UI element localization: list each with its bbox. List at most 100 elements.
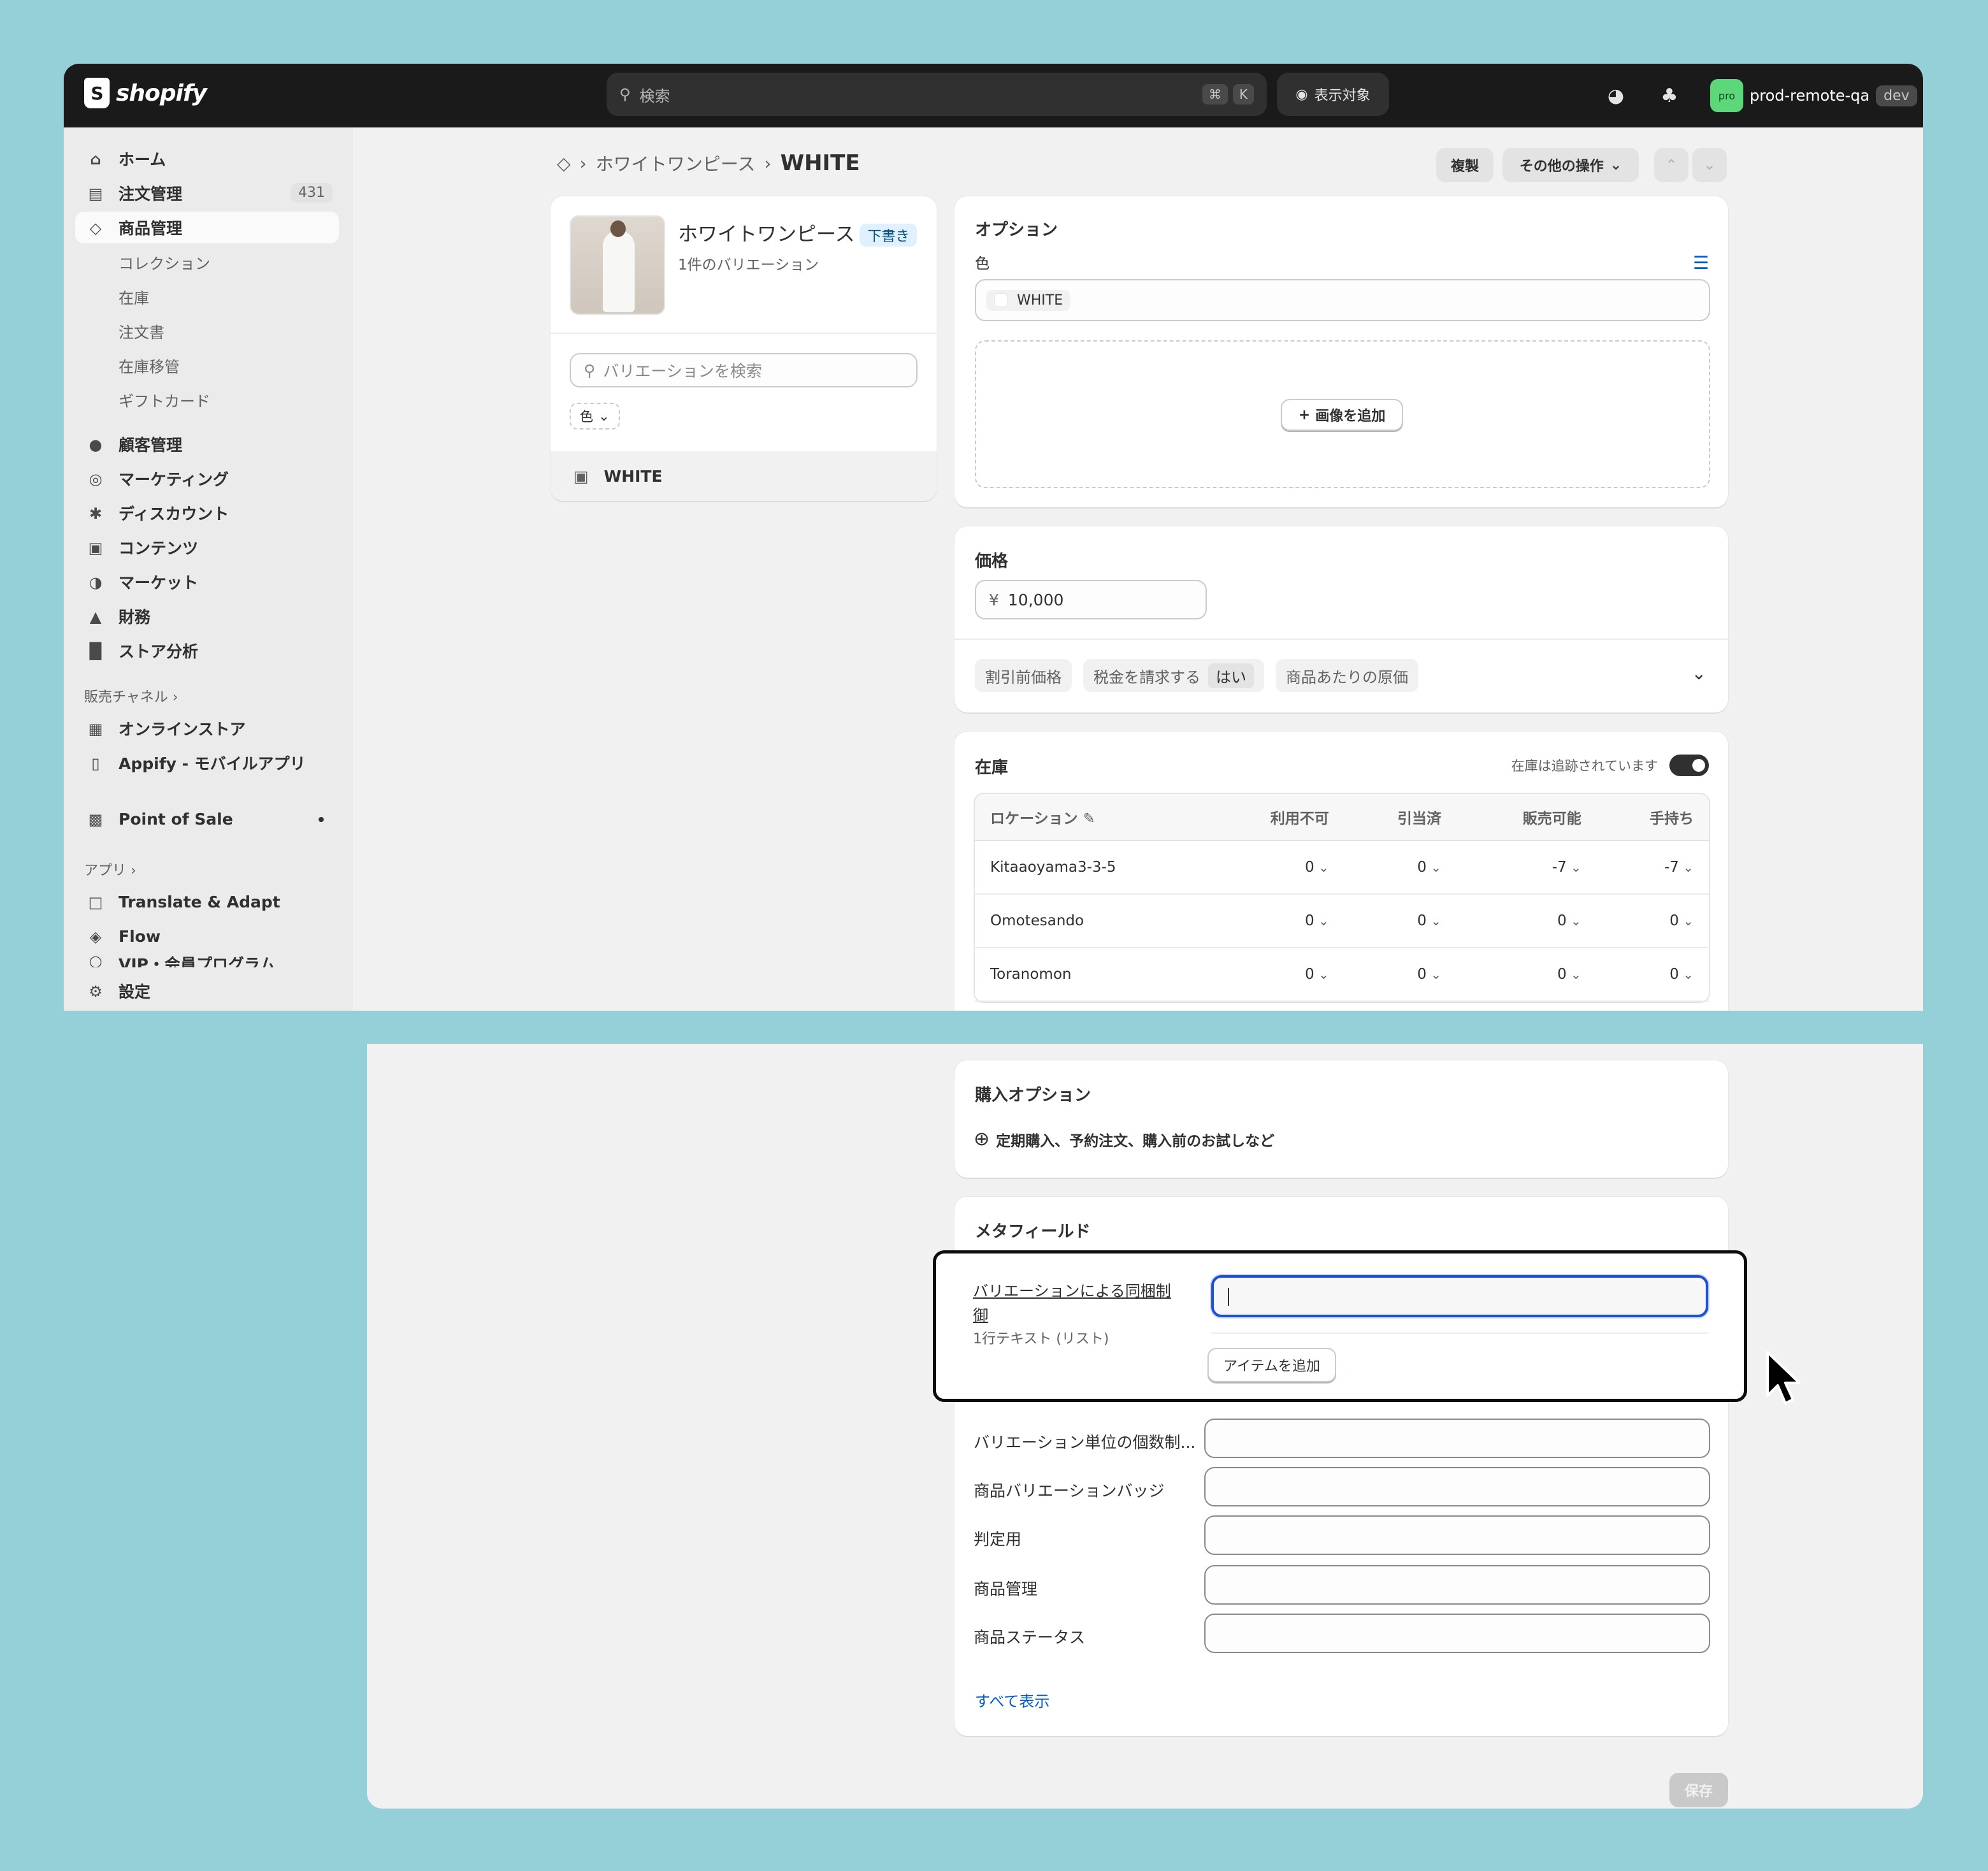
variant-row-white[interactable]: ▣ WHITE bbox=[551, 451, 937, 501]
sidebar-item-label: Translate & Adapt bbox=[119, 892, 280, 911]
view-target-button[interactable]: ◉ 表示対象 bbox=[1277, 73, 1389, 116]
metafield-input[interactable] bbox=[1204, 1565, 1710, 1605]
sidebar-item-analytics[interactable]: █ ストア分析 bbox=[75, 635, 339, 667]
sidebar-item-customers[interactable]: ● 顧客管理 bbox=[75, 428, 339, 460]
pencil-icon[interactable]: ✎ bbox=[1083, 811, 1095, 827]
sidebar-item-discounts[interactable]: ✱ ディスカウント bbox=[75, 497, 339, 529]
home-icon: ⌂ bbox=[90, 150, 101, 168]
price-card: 価格 ¥ 10,000 割引前価格 税金を請求する はい 商品あたりの原価 ⌄ bbox=[954, 526, 1728, 712]
unavailable-cell[interactable]: 0 bbox=[1204, 948, 1344, 1002]
command-key: ⌘ bbox=[1202, 84, 1228, 105]
sidebar-item-flow[interactable]: ◈ Flow bbox=[75, 920, 339, 952]
search-icon: ⚲ bbox=[619, 85, 631, 103]
sidekick-icon[interactable]: ◕ bbox=[1602, 82, 1630, 110]
metafield-input[interactable] bbox=[1204, 1614, 1710, 1653]
sidebar-item-point-of-sale[interactable]: ▩ Point of Sale bbox=[75, 803, 339, 835]
available-cell[interactable]: 0 bbox=[1456, 948, 1597, 1002]
account-name: prod-remote-qa bbox=[1750, 87, 1870, 105]
price-title: 価格 bbox=[975, 552, 1009, 571]
variant-search-input[interactable]: ⚲ バリエーションを検索 bbox=[570, 353, 918, 387]
breadcrumb: ◇ › ホワイトワンピース › WHITE bbox=[557, 150, 860, 176]
account-menu[interactable]: pro prod-remote-qa dev bbox=[1710, 76, 1917, 115]
sidebar-item-collections[interactable]: コレクション bbox=[75, 246, 339, 278]
column-header-location: ロケーション ✎ bbox=[975, 794, 1204, 841]
sidebar-item-settings[interactable]: ⚙ 設定 bbox=[75, 975, 339, 1007]
metafield-input[interactable] bbox=[1204, 1419, 1710, 1458]
product-thumbnail[interactable] bbox=[570, 215, 665, 315]
global-search[interactable]: ⚲ 検索 ⌘ K bbox=[607, 73, 1267, 116]
metafield-label[interactable]: 商品ステータス bbox=[974, 1625, 1085, 1648]
bundle-control-input[interactable] bbox=[1211, 1275, 1708, 1317]
sidebar-item-orders[interactable]: ▤ 注文管理 431 bbox=[75, 177, 339, 209]
duplicate-button[interactable]: 複製 bbox=[1436, 148, 1494, 182]
chevron-down-icon[interactable]: ⌄ bbox=[1692, 663, 1706, 684]
on-hand-cell[interactable]: -7 bbox=[1596, 841, 1709, 895]
add-image-button[interactable]: + 画像を追加 bbox=[1281, 399, 1403, 431]
sidebar-item-appify[interactable]: ▯ Appify - モバイルアプリ bbox=[75, 747, 339, 779]
available-cell[interactable]: -7 bbox=[1456, 841, 1597, 895]
metafield-label[interactable]: 判定用 bbox=[974, 1527, 1021, 1550]
variant-name: WHITE bbox=[603, 466, 663, 486]
available-cell[interactable]: 0 bbox=[1456, 895, 1597, 948]
sidebar-item-gift-cards[interactable]: ギフトカード bbox=[75, 384, 339, 415]
breadcrumb-parent[interactable]: ホワイトワンピース bbox=[596, 150, 756, 176]
unavailable-cell[interactable]: 0 bbox=[1204, 895, 1344, 948]
on-hand-cell[interactable]: 0 bbox=[1596, 895, 1709, 948]
cost-per-item-chip[interactable]: 商品あたりの原価 bbox=[1276, 659, 1418, 692]
on-hand-cell[interactable]: 0 bbox=[1596, 948, 1709, 1002]
plus-icon: + bbox=[1298, 407, 1311, 423]
admin-window-top: shopify ⚲ 検索 ⌘ K ◉ 表示対象 ◕ ♣ pro prod-rem… bbox=[64, 64, 1923, 1011]
compare-at-price-chip[interactable]: 割引前価格 bbox=[975, 659, 1072, 692]
sidebar-item-content[interactable]: ▣ コンテンツ bbox=[75, 531, 339, 563]
shopify-logo[interactable]: shopify bbox=[84, 78, 207, 108]
more-actions-button[interactable]: その他の操作 ⌄ bbox=[1502, 148, 1639, 182]
metafield-label[interactable]: バリエーション単位の個数制... bbox=[974, 1430, 1195, 1453]
sidebar-item-products[interactable]: ◇ 商品管理 bbox=[75, 212, 339, 243]
eye-icon: ◉ bbox=[1295, 86, 1308, 103]
unavailable-value: 0 bbox=[1305, 859, 1329, 876]
add-item-button[interactable]: アイテムを追加 bbox=[1207, 1348, 1336, 1382]
price-input[interactable]: ¥ 10,000 bbox=[975, 580, 1207, 619]
location-name: Kitaaoyama3-3-5 bbox=[975, 841, 1204, 895]
sidebar-item-purchase-orders[interactable]: 注文書 bbox=[75, 315, 339, 347]
color-filter-button[interactable]: 色 ⌄ bbox=[570, 403, 620, 430]
product-title[interactable]: ホワイトワンピース bbox=[678, 223, 854, 246]
bank-icon: ▲ bbox=[89, 608, 102, 626]
sidebar-item-vip[interactable]: ○ VIP・会員プログラム bbox=[75, 952, 339, 967]
metafield-input[interactable] bbox=[1204, 1467, 1710, 1506]
add-purchase-option-button[interactable]: ⊕ 定期購入、予約注文、購入前のお試しなど bbox=[974, 1128, 1274, 1150]
bell-icon[interactable]: ♣ bbox=[1655, 82, 1683, 110]
column-header-on-hand: 手持ち bbox=[1596, 794, 1709, 841]
sidebar-item-markets[interactable]: ◑ マーケット bbox=[75, 566, 339, 598]
metafield-label-bundle-control[interactable]: バリエーションによる同梱制御 bbox=[973, 1279, 1183, 1327]
next-variant-button[interactable]: ⌄ bbox=[1692, 148, 1727, 182]
sidebar-item-finance[interactable]: ▲ 財務 bbox=[75, 600, 339, 632]
sidebar-item-translate-adapt[interactable]: □ Translate & Adapt bbox=[75, 886, 339, 918]
sales-channels-heading[interactable]: 販売チャネル › bbox=[84, 686, 178, 706]
on-hand-value: 0 bbox=[1669, 913, 1694, 929]
sidebar-item-label: ギフトカード bbox=[119, 392, 210, 410]
color-swatch bbox=[994, 293, 1008, 307]
save-button[interactable]: 保存 bbox=[1669, 1773, 1728, 1807]
sidebar-item-transfers[interactable]: 在庫移管 bbox=[75, 349, 339, 381]
metafield-input[interactable] bbox=[1204, 1515, 1710, 1555]
committed-cell[interactable]: 0 bbox=[1344, 948, 1457, 1002]
sidebar-item-home[interactable]: ⌂ ホーム bbox=[75, 143, 339, 175]
sidebar-item-inventory[interactable]: 在庫 bbox=[75, 280, 339, 312]
sidebar-item-marketing[interactable]: ◎ マーケティング bbox=[75, 463, 339, 495]
committed-cell[interactable]: 0 bbox=[1344, 841, 1457, 895]
charge-tax-chip[interactable]: 税金を請求する はい bbox=[1083, 659, 1264, 692]
option-value-field[interactable]: WHITE bbox=[975, 279, 1710, 321]
previous-variant-button[interactable]: ⌃ bbox=[1654, 148, 1689, 182]
sidebar-item-online-store[interactable]: ▦ オンラインストア bbox=[75, 712, 339, 744]
metafield-label[interactable]: 商品バリエーションバッジ bbox=[974, 1478, 1165, 1501]
tag-icon[interactable]: ◇ bbox=[557, 153, 571, 174]
discount-icon: ✱ bbox=[89, 505, 103, 523]
metafield-label[interactable]: 商品管理 bbox=[974, 1577, 1037, 1600]
inventory-tracking-toggle[interactable] bbox=[1669, 755, 1709, 776]
database-icon[interactable]: ☰ bbox=[1693, 252, 1709, 273]
committed-cell[interactable]: 0 bbox=[1344, 895, 1457, 948]
show-all-link[interactable]: すべて表示 bbox=[975, 1689, 1049, 1711]
apps-heading[interactable]: アプリ › bbox=[84, 859, 136, 879]
unavailable-cell[interactable]: 0 bbox=[1204, 841, 1344, 895]
